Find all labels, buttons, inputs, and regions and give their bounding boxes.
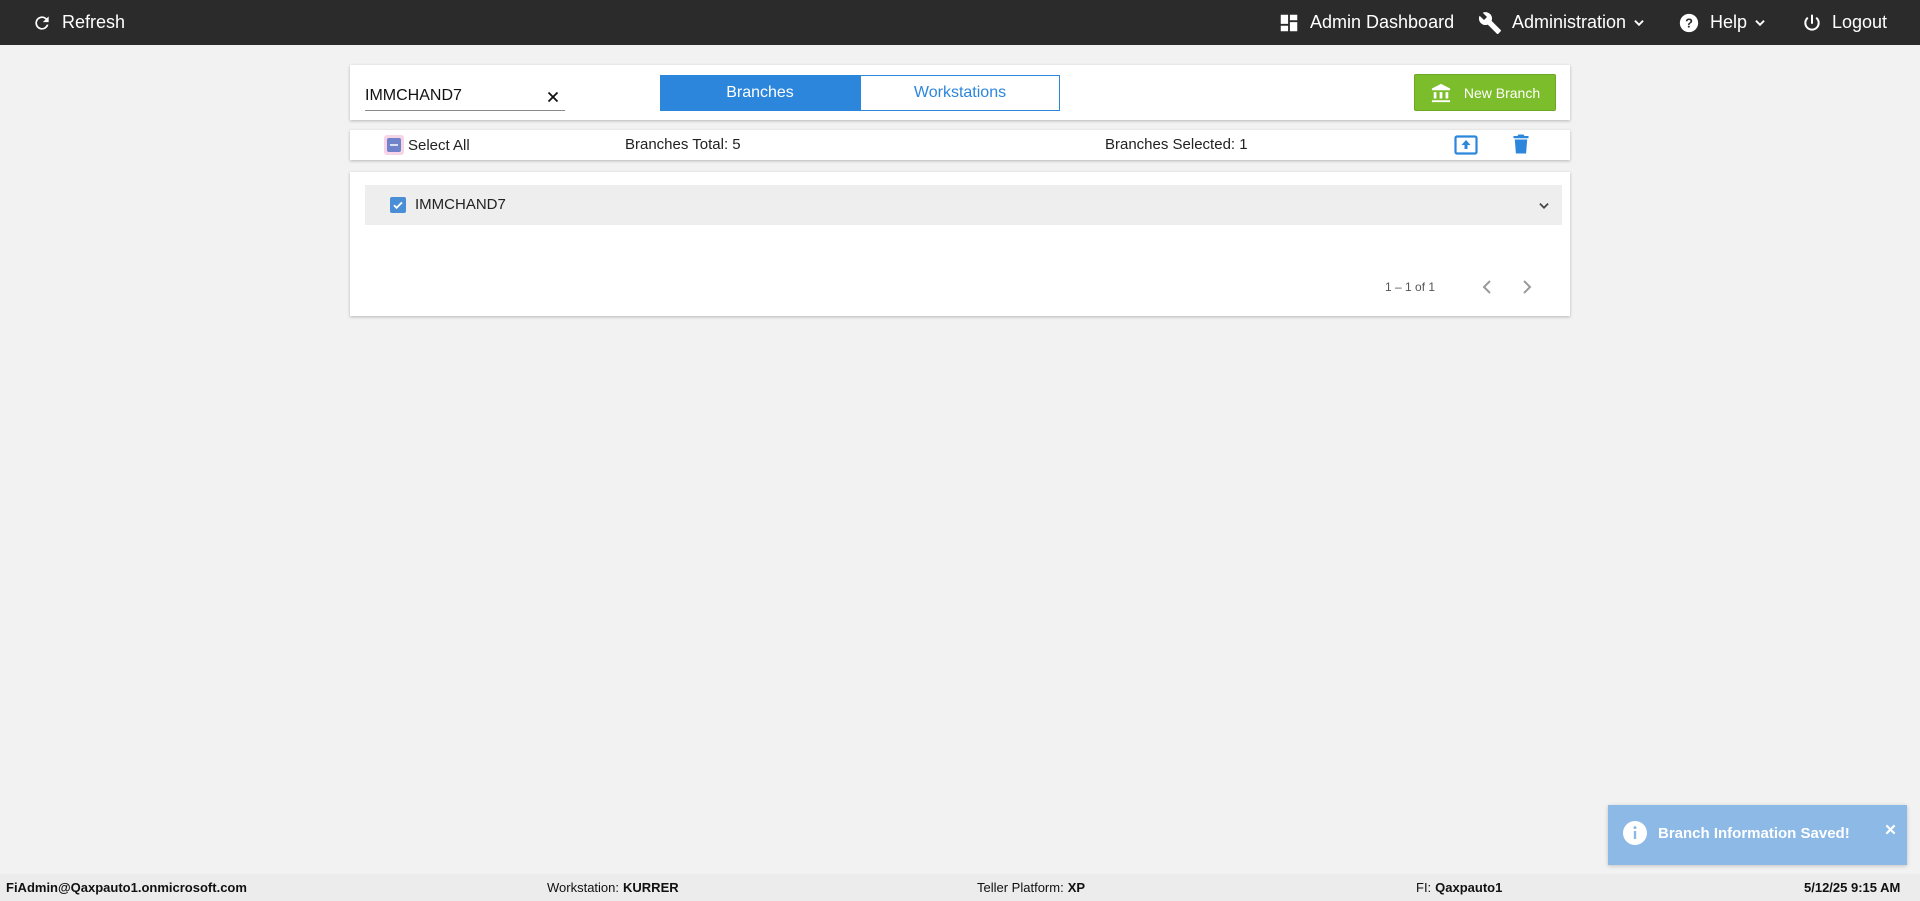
footer-fi: FI: Qaxpauto1 xyxy=(1416,874,1502,901)
expand-row-button[interactable] xyxy=(1537,199,1551,213)
logout-button[interactable]: Logout xyxy=(1802,0,1887,45)
power-icon xyxy=(1802,13,1822,33)
select-all-checkbox[interactable]: Select All xyxy=(384,130,470,160)
dashboard-icon xyxy=(1278,12,1300,34)
refresh-label: Refresh xyxy=(62,12,126,32)
top-navbar: Refresh Admin Dashboard Administration ?… xyxy=(0,0,1920,45)
fi-value: Qaxpauto1 xyxy=(1435,880,1503,895)
refresh-button[interactable]: Refresh xyxy=(32,0,125,45)
trash-icon xyxy=(1513,134,1529,154)
fi-label: FI: xyxy=(1416,880,1432,895)
delete-button[interactable] xyxy=(1513,134,1529,154)
export-button[interactable] xyxy=(1454,135,1478,155)
footer-user: FiAdmin@Qaxpauto1.onmicrosoft.com xyxy=(6,880,247,895)
previous-page-button[interactable] xyxy=(1480,279,1494,295)
admin-dashboard-link[interactable]: Admin Dashboard xyxy=(1278,0,1454,45)
select-all-label: Select All xyxy=(408,136,470,154)
wrench-icon xyxy=(1478,11,1502,35)
branches-total: Branches Total: 5 xyxy=(625,136,741,153)
info-icon xyxy=(1623,821,1647,845)
chevron-left-icon xyxy=(1482,280,1491,294)
chevron-down-icon xyxy=(1753,16,1767,30)
branch-list-panel: IMMCHAND7 1 – 1 of 1 xyxy=(350,172,1570,316)
help-menu[interactable]: ? Help xyxy=(1678,0,1767,45)
upload-icon xyxy=(1454,135,1478,155)
footer-workstation: Workstation: KURRER xyxy=(547,874,679,901)
new-branch-label: New Branch xyxy=(1463,84,1541,101)
toast-close-button[interactable] xyxy=(1885,824,1896,835)
close-icon xyxy=(547,91,559,103)
toast-notification: Branch Information Saved! xyxy=(1608,805,1907,865)
footer-datetime: 5/12/25 9:15 AM xyxy=(1804,880,1901,895)
branch-name: IMMCHAND7 xyxy=(415,196,506,213)
clear-search-button[interactable] xyxy=(541,85,565,109)
branch-checkbox[interactable] xyxy=(390,197,406,213)
next-page-button[interactable] xyxy=(1520,279,1534,295)
branches-selected: Branches Selected: 1 xyxy=(1105,136,1248,153)
administration-label: Administration xyxy=(1512,12,1627,32)
chevron-down-icon xyxy=(1632,16,1646,30)
branch-toolbar: Branches Workstations New Branch xyxy=(350,65,1570,120)
admin-dashboard-label: Admin Dashboard xyxy=(1310,12,1455,32)
workstation-label: Workstation: xyxy=(547,880,620,895)
administration-menu[interactable]: Administration xyxy=(1478,0,1646,45)
checkbox-indeterminate-icon xyxy=(384,135,404,155)
svg-text:?: ? xyxy=(1685,15,1693,30)
tab-workstations[interactable]: Workstations xyxy=(860,75,1060,111)
search-field xyxy=(365,83,565,111)
footer-teller-platform: Teller Platform: XP xyxy=(977,874,1085,901)
logout-label: Logout xyxy=(1832,12,1888,32)
search-input[interactable] xyxy=(365,83,535,109)
workstation-value: KURRER xyxy=(623,880,679,895)
branch-row[interactable]: IMMCHAND7 xyxy=(365,185,1562,225)
chevron-right-icon xyxy=(1523,280,1532,294)
chevron-down-icon xyxy=(1539,203,1549,209)
help-label: Help xyxy=(1710,12,1748,32)
tab-branches[interactable]: Branches xyxy=(660,75,860,111)
teller-platform-value: XP xyxy=(1067,880,1086,895)
status-footer: FiAdmin@Qaxpauto1.onmicrosoft.com Workst… xyxy=(0,874,1920,901)
help-icon: ? xyxy=(1678,12,1700,34)
close-icon xyxy=(1885,824,1896,835)
toast-message: Branch Information Saved! xyxy=(1658,824,1850,842)
new-branch-button[interactable]: New Branch xyxy=(1414,74,1556,111)
bank-icon xyxy=(1430,83,1452,103)
check-icon xyxy=(393,201,403,210)
paginator-range: 1 – 1 of 1 xyxy=(1385,280,1436,294)
selection-bar: Select All Branches Total: 5 Branches Se… xyxy=(350,130,1570,160)
refresh-icon xyxy=(32,13,52,33)
teller-platform-label: Teller Platform: xyxy=(977,880,1064,895)
